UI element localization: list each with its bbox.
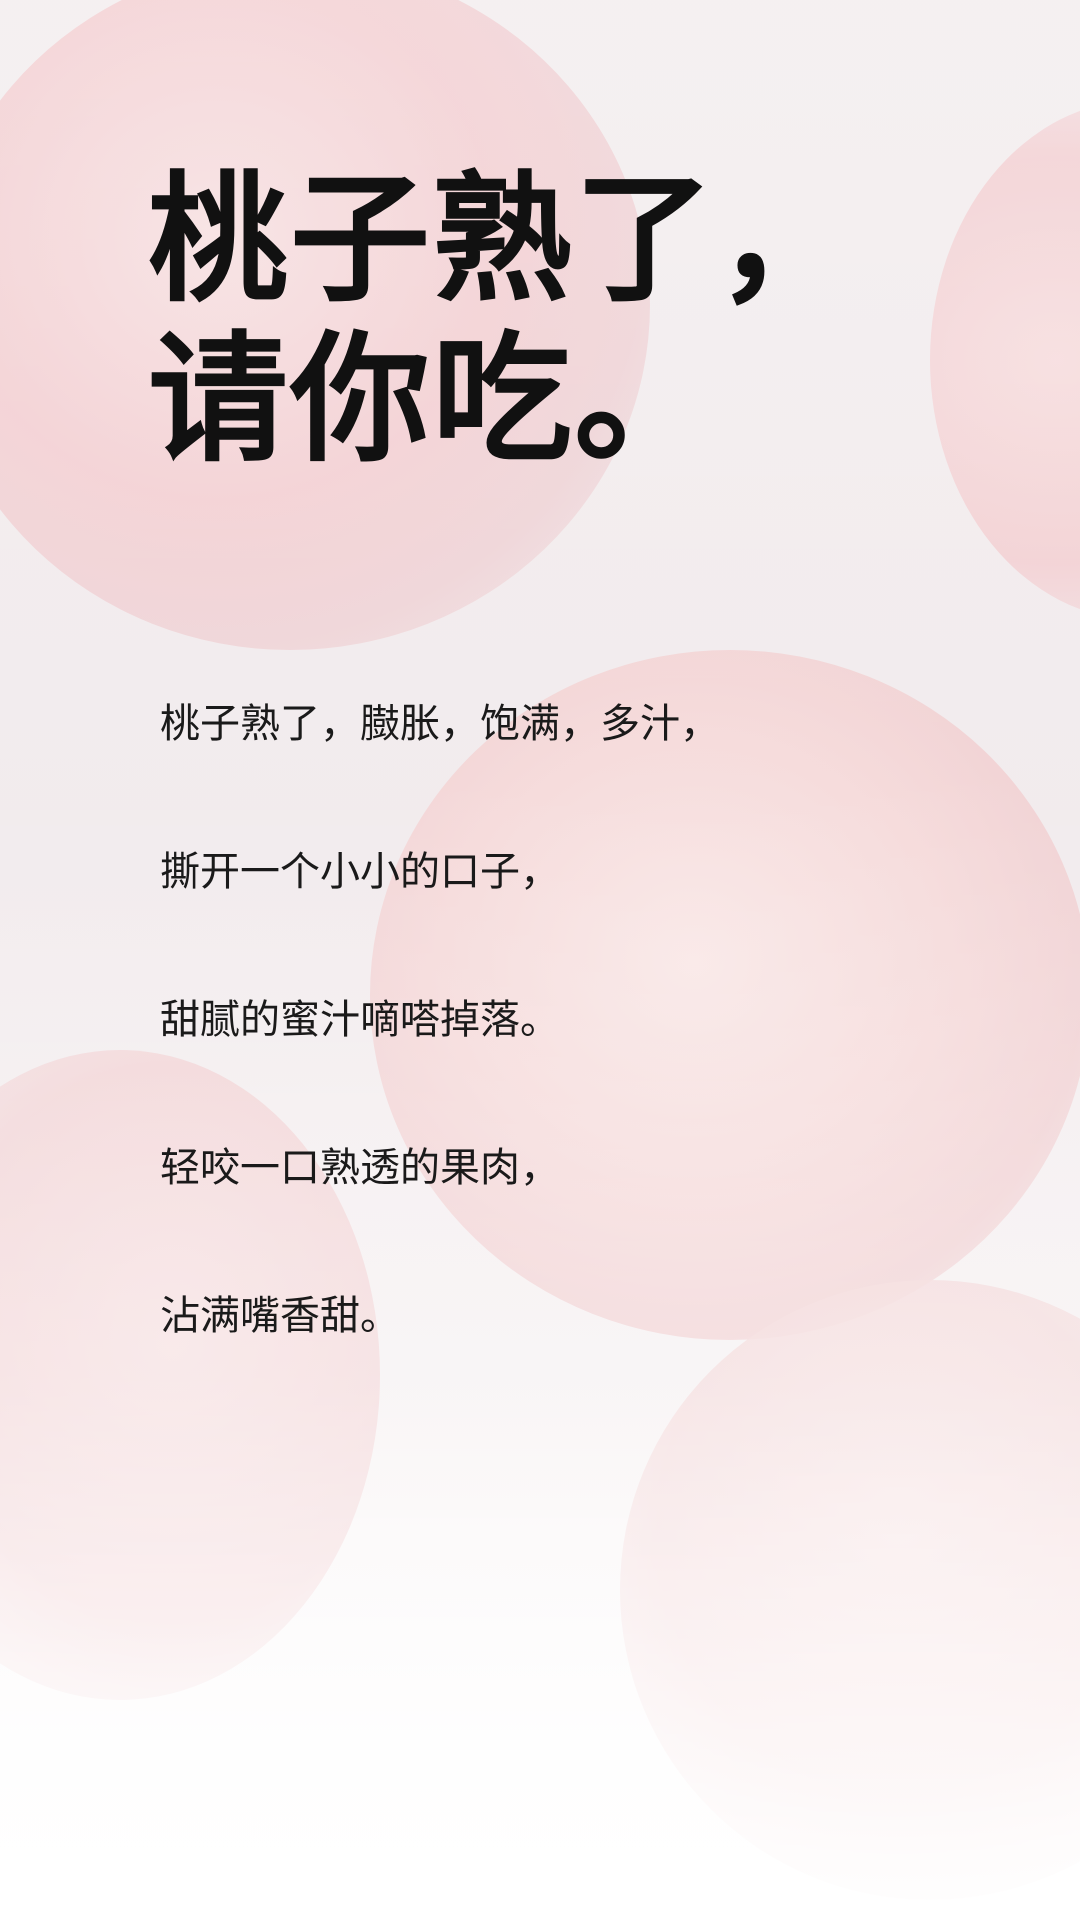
poem-line: 沾满嘴香甜。 (160, 1293, 400, 1339)
poem-line: 桃子熟了，臌胀，饱满，多汁， (160, 701, 720, 747)
page-title: 桃子熟了， 请你吃。 (148, 160, 858, 480)
poem-line: 轻咬一口熟透的果肉， (160, 1145, 560, 1191)
peach-image-top-right (930, 100, 1080, 620)
title-line-2: 请你吃。 (148, 318, 717, 482)
poster-page: 桃子熟了， 请你吃。 桃子熟了，臌胀，饱满，多汁， 撕开一个小小的口子， 甜腻的… (0, 0, 1080, 1920)
poem-body: 桃子熟了，臌胀，饱满，多汁， 撕开一个小小的口子， 甜腻的蜜汁嘀嗒掉落。 轻咬一… (160, 700, 720, 1440)
poem-line: 撕开一个小小的口子， (160, 849, 560, 895)
title-line-1: 桃子熟了， (148, 158, 859, 322)
poem-line: 甜腻的蜜汁嘀嗒掉落。 (160, 997, 560, 1043)
